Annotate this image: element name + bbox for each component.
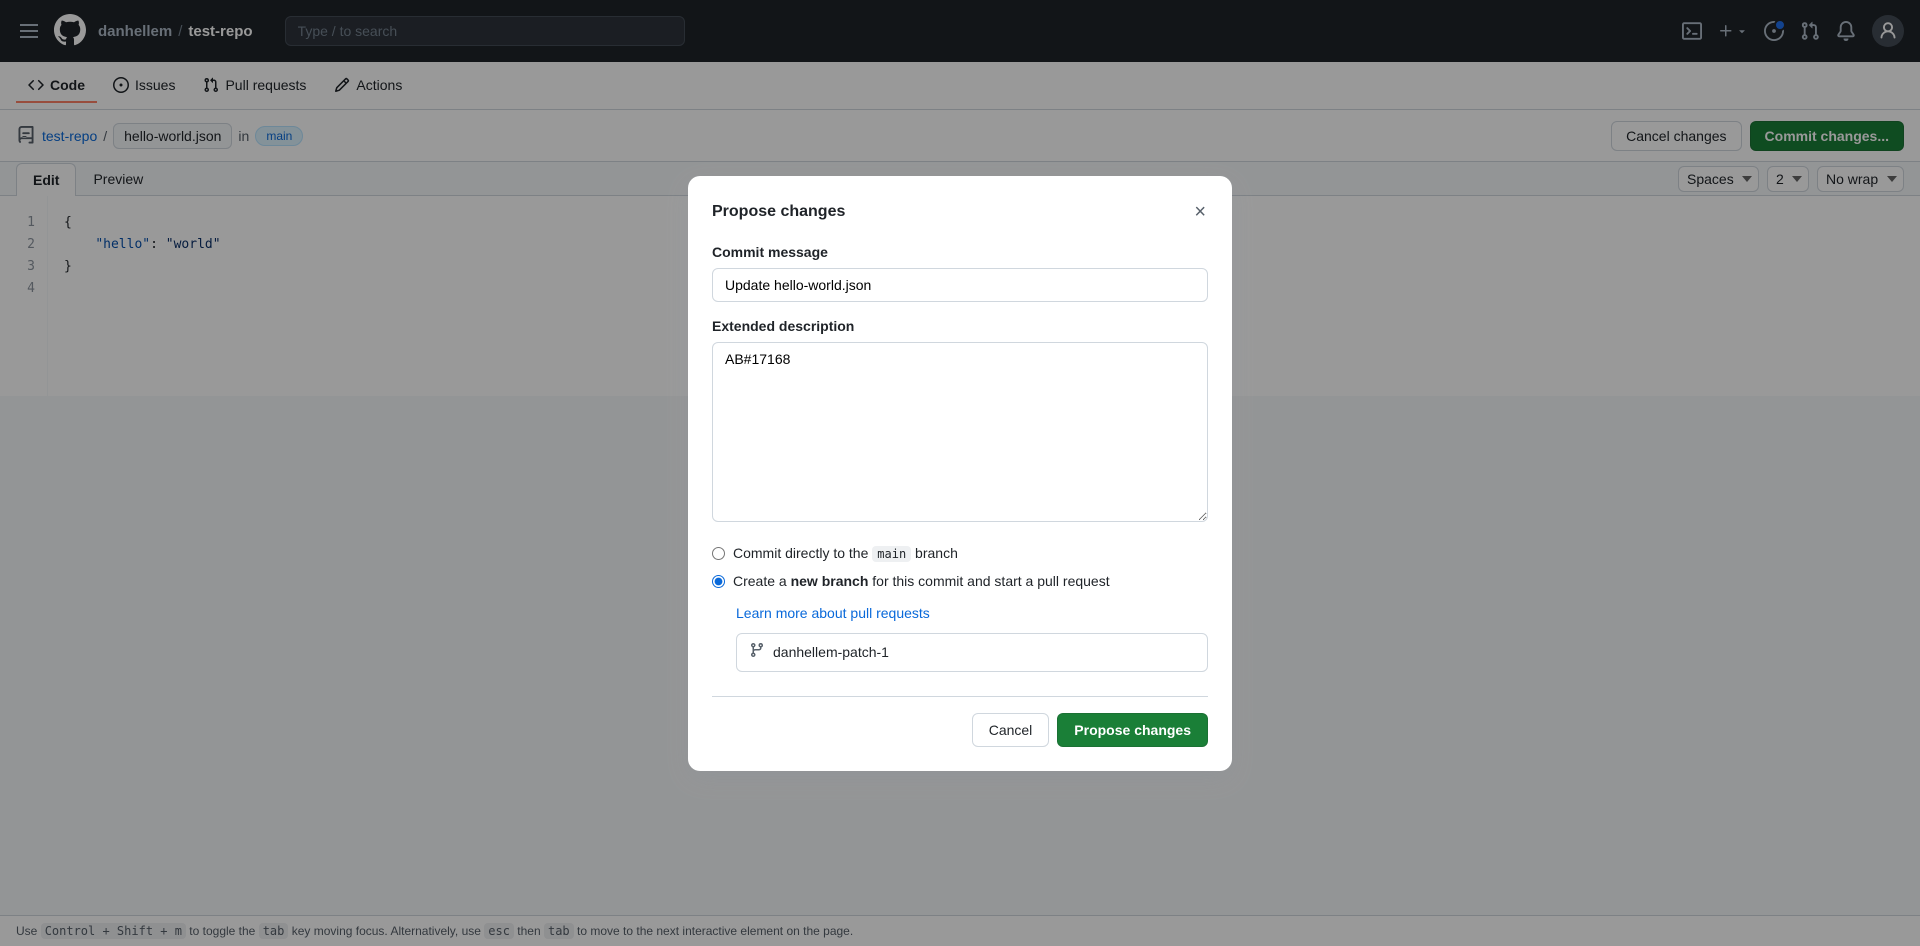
modal-footer: Cancel Propose changes — [712, 696, 1208, 747]
branch-name-wrapper — [736, 633, 1208, 672]
modal-title: Propose changes — [712, 203, 845, 221]
learn-more-link[interactable]: Learn more about pull requests — [736, 605, 930, 621]
propose-changes-modal: Propose changes × Commit message Extende… — [688, 176, 1232, 771]
extended-description-label: Extended description — [712, 318, 1208, 334]
radio-option-new-branch: Create a new branch for this commit and … — [712, 573, 1208, 589]
modal-overlay: Propose changes × Commit message Extende… — [0, 0, 1920, 946]
branch-name-input[interactable] — [773, 644, 1195, 660]
radio-direct-branch[interactable] — [712, 547, 725, 560]
extended-description-textarea[interactable]: AB#17168 — [712, 342, 1208, 522]
branch-icon — [749, 642, 765, 663]
commit-options: Commit directly to the main branch Creat… — [712, 545, 1208, 589]
commit-message-input[interactable] — [712, 268, 1208, 302]
propose-changes-button[interactable]: Propose changes — [1057, 713, 1208, 747]
commit-message-label: Commit message — [712, 244, 1208, 260]
radio-new-branch-label: Create a new branch for this commit and … — [733, 573, 1110, 589]
modal-header: Propose changes × — [712, 200, 1208, 224]
radio-option-direct: Commit directly to the main branch — [712, 545, 1208, 561]
modal-close-button[interactable]: × — [1192, 200, 1208, 224]
radio-direct-label: Commit directly to the main branch — [733, 545, 958, 561]
radio-new-branch[interactable] — [712, 575, 725, 588]
modal-cancel-button[interactable]: Cancel — [972, 713, 1050, 747]
